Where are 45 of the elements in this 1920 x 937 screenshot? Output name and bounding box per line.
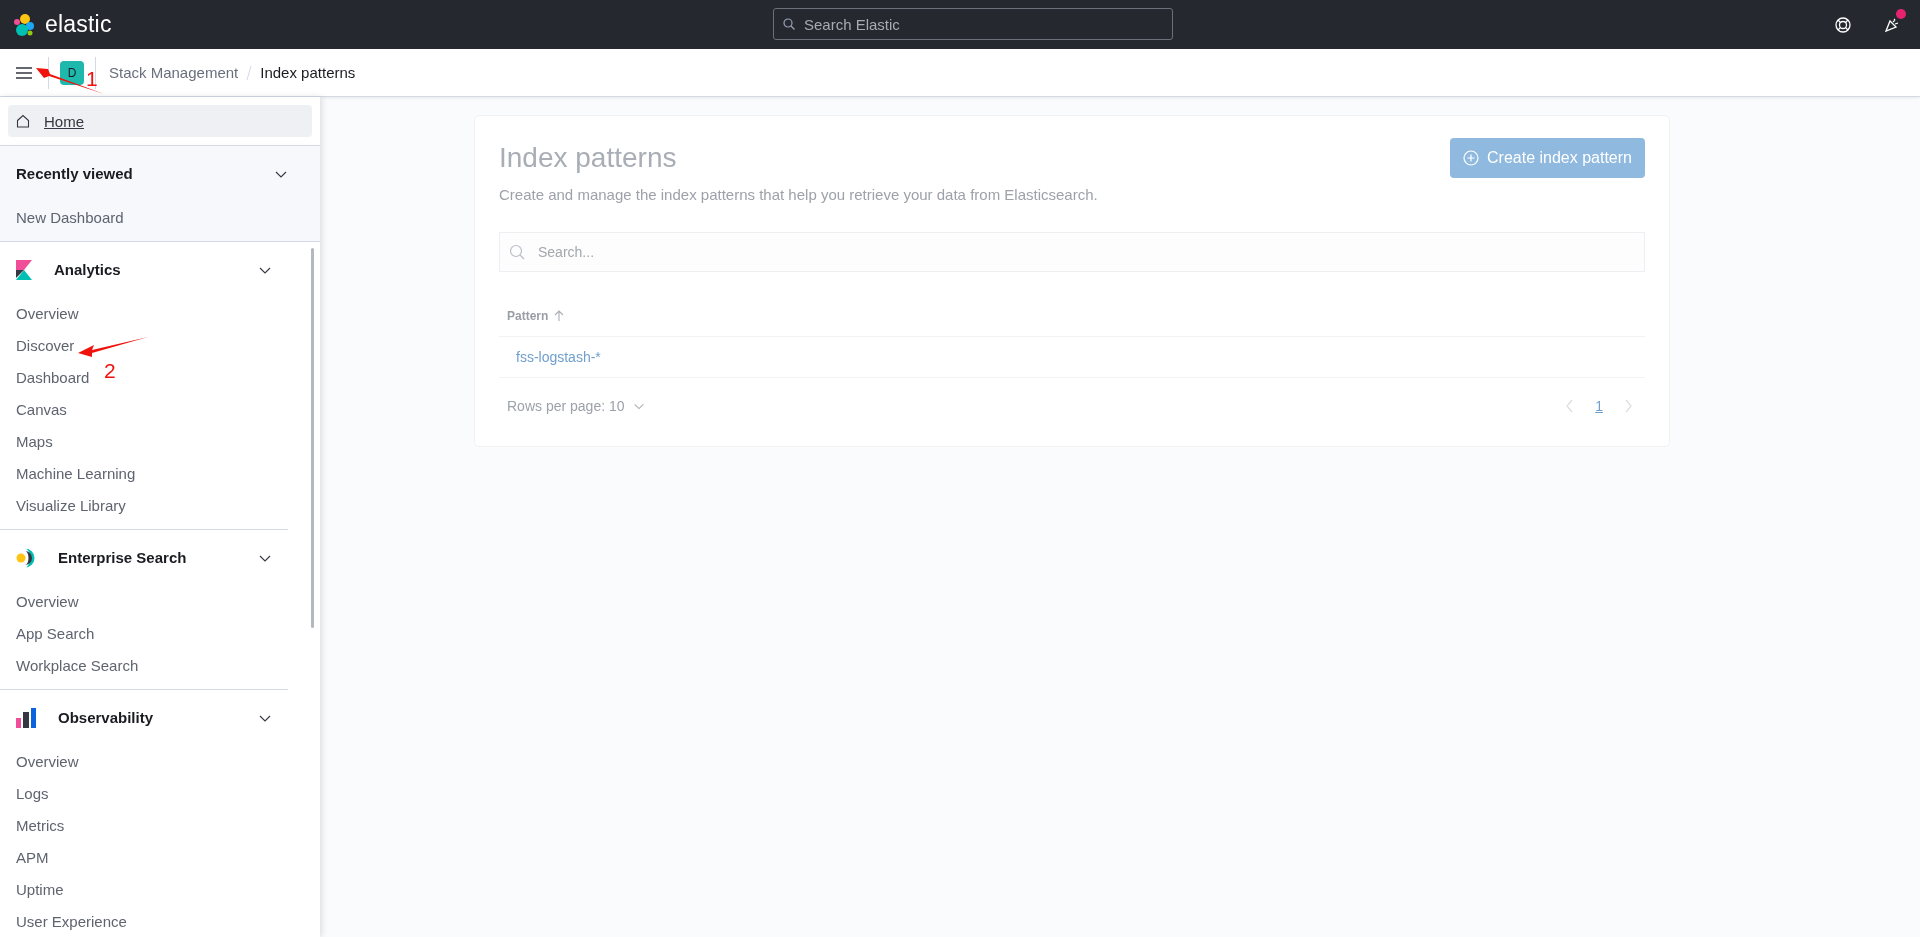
nav-item[interactable]: Discover [16,329,75,361]
nav-item[interactable]: Visualize Library [16,489,126,521]
nav-item[interactable]: Canvas [16,393,67,425]
page-title: Index patterns [499,142,678,174]
search-icon [783,18,795,30]
nav-item[interactable]: User Experience [16,905,127,937]
help-icon[interactable] [1835,16,1851,33]
app-logo-icon [16,707,36,728]
party-horn-icon[interactable] [1884,16,1900,33]
breadcrumb: Index patterns [260,64,356,81]
scrollbar[interactable] [311,248,314,628]
nav-item[interactable]: App Search [16,617,95,649]
section-header[interactable]: Analytics [16,242,288,297]
nav-item[interactable]: Overview [16,745,79,777]
nav-item[interactable]: Dashboard [16,361,90,393]
section-header[interactable]: Enterprise Search [16,530,288,585]
breadcrumb[interactable]: Stack Management [109,64,239,81]
section-header[interactable]: Observability [16,690,288,745]
space-avatar[interactable]: D [60,60,84,85]
plus-circle-icon [1463,150,1479,166]
annotation-arrow [36,66,106,96]
page-description: Create and manage the index patterns that help you retrieve your data from Elasticsearch. [499,186,1098,203]
logo-icon[interactable] [12,12,36,37]
app-logo-icon [16,547,36,568]
breadcrumb-divider [246,64,253,81]
nav-item[interactable]: Metrics [16,809,65,841]
nav-item[interactable]: Maps [16,425,53,457]
nav-item[interactable]: New Dashboard [16,201,124,233]
annotation-label: 1 [86,68,98,89]
home-icon [16,114,30,128]
nav-item[interactable]: Uptime [16,873,64,905]
nav-item[interactable]: Workplace Search [16,649,139,681]
section-header[interactable]: Recently viewed [16,146,304,201]
app-logo-icon [16,259,32,280]
annotation-label: 2 [104,360,116,381]
nav-item[interactable]: Overview [16,585,79,617]
logo-text: elastic [45,11,112,38]
search-icon [509,244,525,260]
nav-item[interactable]: Machine Learning [16,457,136,489]
home-link[interactable]: Home [8,105,312,137]
search-field[interactable]: Search Elastic [773,8,1173,40]
nav-item[interactable]: Overview [16,297,79,329]
sort-arrow-icon [554,310,565,322]
nav-item[interactable]: Logs [16,777,49,809]
nav-item[interactable]: APM [16,841,49,873]
